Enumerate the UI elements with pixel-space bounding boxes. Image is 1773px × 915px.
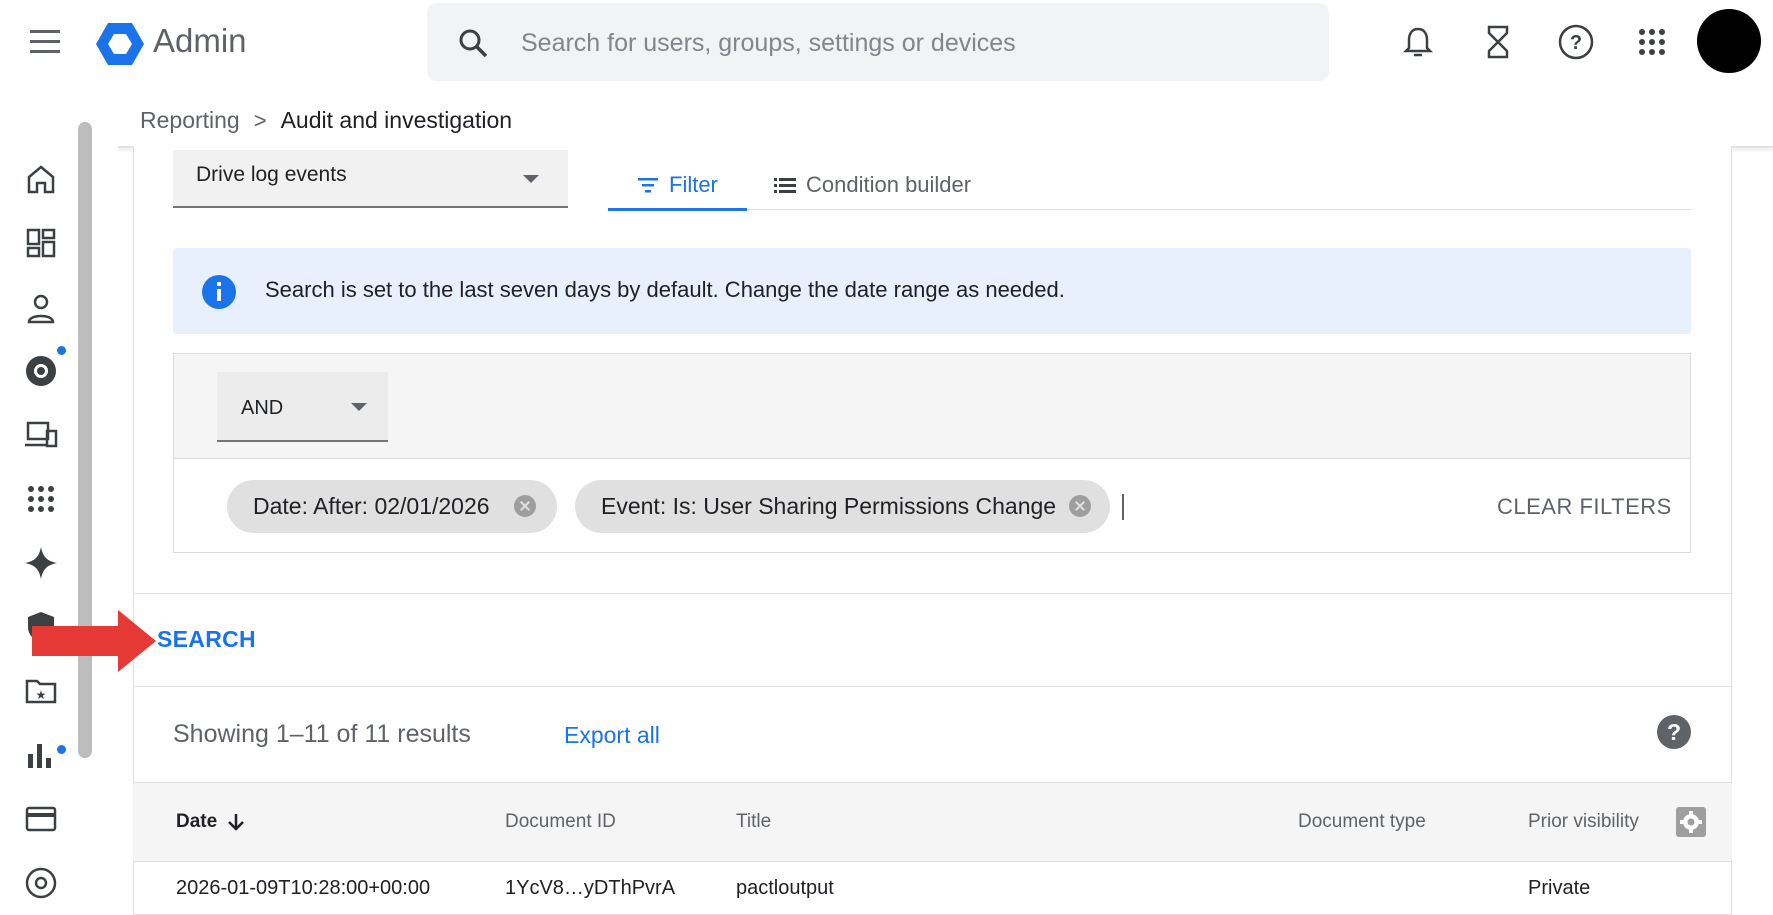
reports-notification-dot: [57, 745, 66, 754]
table-header: Date Document ID Title Document type Pri…: [133, 782, 1732, 862]
breadcrumb: Reporting > Audit and investigation: [140, 107, 512, 134]
cell-title: pactloutput: [736, 877, 834, 899]
filter-chip-event[interactable]: Event: Is: User Sharing Permissions Chan…: [575, 480, 1110, 533]
sparkle-icon[interactable]: [22, 544, 60, 582]
cell-date: 2026-01-09T10:28:00+00:00: [176, 877, 431, 899]
results-help-icon[interactable]: ?: [1657, 715, 1691, 749]
filter-panel: AND Date: After: 02/01/2026 Event: Is: U…: [173, 353, 1691, 553]
column-prior-visibility[interactable]: Prior visibility: [1528, 811, 1639, 833]
hourglass-icon[interactable]: [1478, 22, 1518, 62]
tab-condition-label: Condition builder: [806, 172, 972, 197]
filter-chip-date-label: Date: After: 02/01/2026: [253, 493, 490, 519]
data-source-select[interactable]: Drive log events: [173, 150, 568, 208]
column-date[interactable]: Date: [176, 811, 245, 833]
results-summary: Showing 1–11 of 11 results: [173, 720, 471, 748]
app-title: Admin: [153, 22, 247, 59]
data-source-value: Drive log events: [196, 163, 347, 186]
annotation-arrow-icon: [32, 610, 156, 672]
breadcrumb-reporting[interactable]: Reporting: [140, 107, 240, 134]
dashboard-icon[interactable]: [22, 224, 60, 262]
dropdown-caret-icon: [523, 175, 539, 183]
active-tab-indicator: [608, 208, 747, 211]
avatar[interactable]: [1697, 9, 1761, 73]
home-icon[interactable]: [22, 160, 60, 198]
filter-chip-date[interactable]: Date: After: 02/01/2026: [227, 480, 557, 533]
account-icon[interactable]: [22, 864, 60, 902]
sort-down-arrow-icon: [228, 814, 245, 831]
list-icon: [774, 178, 796, 193]
breadcrumb-separator: >: [253, 107, 267, 133]
clear-filters-button[interactable]: CLEAR FILTERS: [1497, 494, 1672, 520]
column-document-type[interactable]: Document type: [1298, 811, 1426, 833]
global-search[interactable]: [427, 3, 1329, 81]
operator-value: AND: [241, 397, 284, 419]
column-document-id[interactable]: Document ID: [505, 811, 616, 833]
admin-logo-icon[interactable]: [94, 20, 146, 68]
svg-text:★: ★: [36, 688, 47, 702]
help-icon[interactable]: ?: [1556, 22, 1596, 62]
cell-prior-visibility: Private: [1528, 877, 1591, 899]
apps-grid-icon[interactable]: [1632, 22, 1672, 62]
tab-filter[interactable]: Filter: [637, 160, 718, 210]
column-date-label: Date: [176, 811, 218, 832]
bar-chart-icon[interactable]: [22, 736, 60, 774]
chrome-notification-dot: [57, 346, 66, 355]
text-cursor[interactable]: [1122, 494, 1124, 520]
filter-chip-event-label: Event: Is: User Sharing Permissions Chan…: [601, 493, 1057, 519]
top-bar: Admin ?: [0, 0, 1773, 82]
operator-row: AND: [174, 354, 1690, 459]
remove-chip-icon[interactable]: [1069, 495, 1091, 517]
section-divider: [133, 593, 1732, 594]
table-row[interactable]: 2026-01-09T10:28:00+00:00 1YcV8…yDThPvrA…: [133, 862, 1732, 915]
devices-icon[interactable]: [22, 416, 60, 454]
operator-select[interactable]: AND: [217, 372, 388, 442]
operator-caret-icon: [351, 403, 367, 411]
search-button[interactable]: SEARCH: [157, 626, 256, 653]
billing-card-icon[interactable]: [22, 800, 60, 838]
info-banner: Search is set to the last seven days by …: [173, 248, 1691, 334]
column-title[interactable]: Title: [736, 811, 771, 833]
export-all-link[interactable]: Export all: [564, 722, 660, 749]
search-icon: [459, 29, 488, 58]
cell-document-id: 1YcV8…yDThPvrA: [505, 877, 676, 899]
main-menu-icon[interactable]: [28, 28, 64, 56]
filter-icon: [638, 178, 658, 193]
svg-text:?: ?: [1570, 32, 1582, 54]
apps-icon[interactable]: [22, 480, 60, 518]
remove-chip-icon[interactable]: [514, 495, 536, 517]
column-settings-gear-icon[interactable]: [1676, 807, 1706, 837]
tab-filter-label: Filter: [669, 172, 718, 197]
tab-condition-builder[interactable]: Condition builder: [774, 160, 971, 210]
chrome-icon[interactable]: [22, 352, 60, 390]
tabs-divider: [608, 209, 1691, 210]
search-input[interactable]: [521, 21, 1301, 65]
info-icon: [202, 275, 236, 309]
info-banner-text: Search is set to the last seven days by …: [265, 277, 1065, 302]
left-nav: ★: [0, 118, 80, 915]
folder-star-icon[interactable]: ★: [22, 672, 60, 710]
section-divider: [133, 686, 1732, 687]
notifications-bell-icon[interactable]: [1398, 22, 1438, 62]
breadcrumb-current: Audit and investigation: [280, 107, 513, 133]
person-icon[interactable]: [22, 290, 60, 328]
